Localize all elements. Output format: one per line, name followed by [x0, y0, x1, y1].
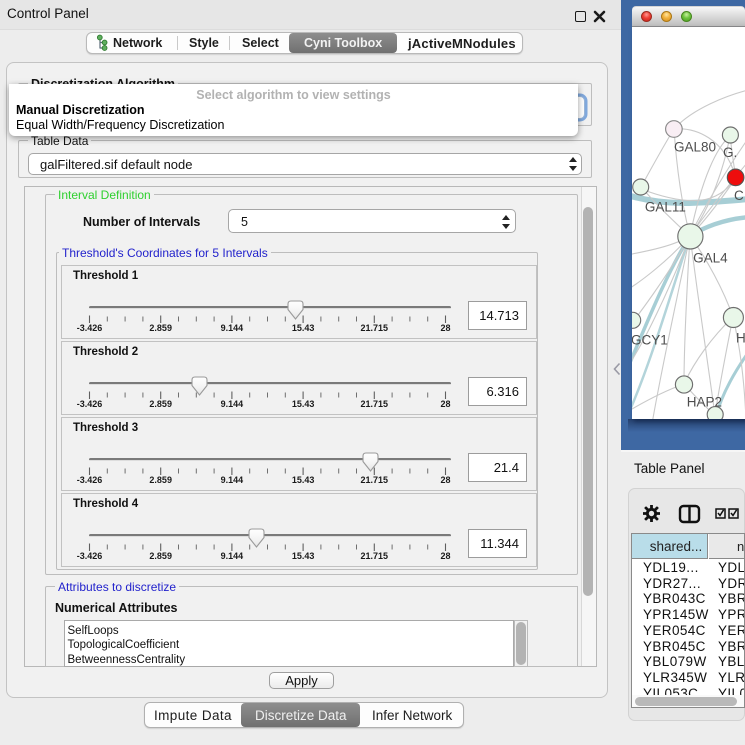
svg-text:GAL11: GAL11 [645, 200, 686, 215]
svg-text:C: C [734, 188, 744, 203]
svg-text:HAP2: HAP2 [687, 395, 722, 410]
svg-text:GCY1: GCY1 [632, 333, 668, 348]
svg-text:GAL80: GAL80 [674, 140, 716, 155]
svg-text:H: H [736, 331, 745, 346]
svg-text:GAL4: GAL4 [693, 251, 728, 266]
svg-text:G.: G. [723, 145, 737, 160]
